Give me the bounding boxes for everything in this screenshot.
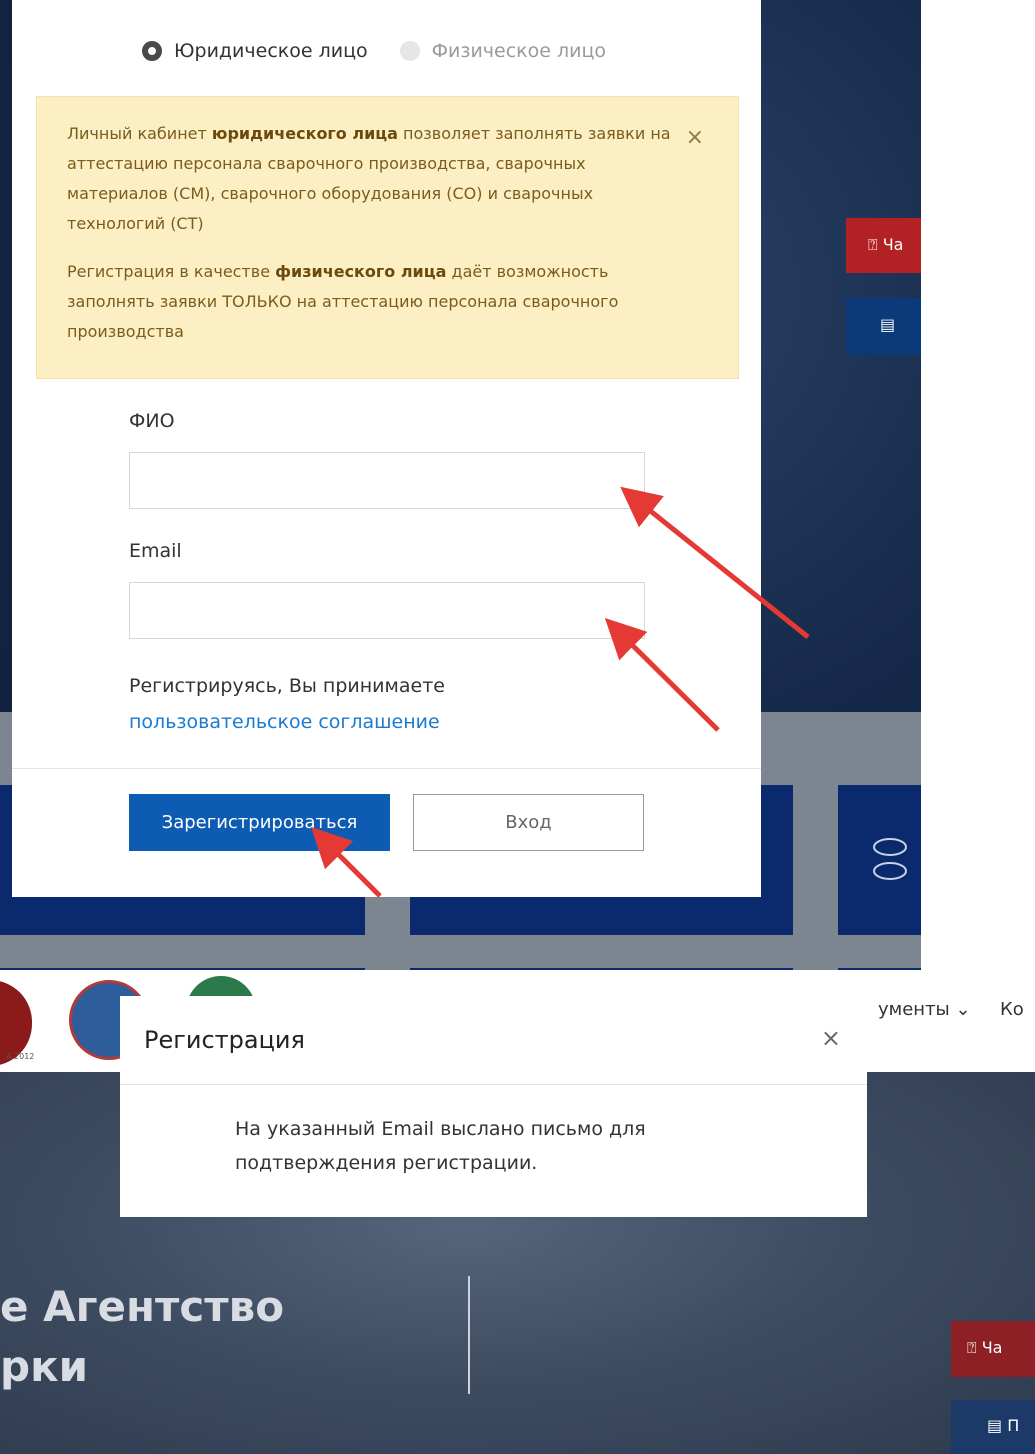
radio-legal-entity[interactable]: [142, 41, 162, 61]
question-icon: ⍰: [868, 235, 878, 254]
info-paragraph-individual: Регистрация в качестве физического лица …: [67, 262, 619, 341]
close-icon[interactable]: ×: [821, 1024, 841, 1052]
account-type-info-alert: × Личный кабинет юридического лица позво…: [36, 96, 739, 379]
chevron-down-icon: ⌄: [955, 999, 971, 1020]
hero-title-line2: рки: [0, 1342, 88, 1391]
radio-individual-label[interactable]: Физическое лицо: [432, 40, 606, 62]
info-paragraph-legal: Личный кабинет юридического лица позволя…: [67, 124, 671, 233]
nav-item-contacts[interactable]: Ко: [1000, 999, 1024, 1020]
registration-modal: Юридическое лицо Физическое лицо × Личны…: [12, 0, 761, 897]
hero-divider: [468, 1276, 470, 1394]
nav-item-documents-label: ументы: [878, 999, 950, 1020]
partner-logo-caption: А 2012: [6, 1052, 35, 1061]
registration-screenshot: ⍰ Ча ▤ Юридическое лицо Физическое лицо …: [0, 0, 921, 975]
help-side-button[interactable]: ⍰ Ча: [846, 218, 921, 273]
nav-item-documents[interactable]: ументы ⌄: [878, 999, 971, 1020]
document-icon: ▤: [880, 315, 896, 334]
dialog-title: Регистрация: [144, 1026, 305, 1054]
email-input[interactable]: [129, 582, 645, 639]
document-side-label: П: [1007, 1416, 1020, 1435]
help-side-label: Ча: [882, 235, 904, 254]
help-side-label: Ча: [981, 1338, 1003, 1357]
document-side-button[interactable]: ▤ П: [951, 1400, 1035, 1454]
radio-legal-entity-label[interactable]: Юридическое лицо: [174, 40, 368, 62]
fio-input[interactable]: [129, 452, 645, 509]
document-side-button[interactable]: ▤: [846, 298, 921, 355]
question-icon: ⍰: [967, 1338, 977, 1357]
dialog-divider: [120, 1084, 867, 1085]
register-button[interactable]: Зарегистрироваться: [129, 794, 390, 851]
agreement-notice: Регистрируясь, Вы принимаете пользовател…: [129, 668, 445, 740]
login-button[interactable]: Вход: [413, 794, 644, 851]
hero-title-line1: е Агентство: [0, 1282, 285, 1331]
modal-footer-divider: [12, 768, 761, 769]
user-agreement-link[interactable]: пользовательское соглашение: [129, 711, 440, 733]
dialog-message: На указанный Email выслано письмо для по…: [235, 1118, 646, 1174]
email-label: Email: [129, 540, 182, 562]
account-type-selector: Юридическое лицо Физическое лицо: [142, 40, 606, 62]
nakc-logo: [873, 838, 907, 880]
agreement-text: Регистрируясь, Вы принимаете: [129, 675, 445, 697]
confirmation-screenshot: А 2012 ументы ⌄ Ко е Агентство рки ⍰ Ча …: [0, 970, 1035, 1454]
fio-label: ФИО: [129, 410, 175, 432]
help-side-button[interactable]: ⍰ Ча: [951, 1321, 1035, 1377]
close-icon[interactable]: ×: [686, 123, 704, 153]
document-icon: ▤: [987, 1416, 1003, 1435]
radio-individual[interactable]: [399, 41, 420, 61]
confirmation-dialog: Регистрация × На указанный Email выслано…: [120, 996, 867, 1217]
